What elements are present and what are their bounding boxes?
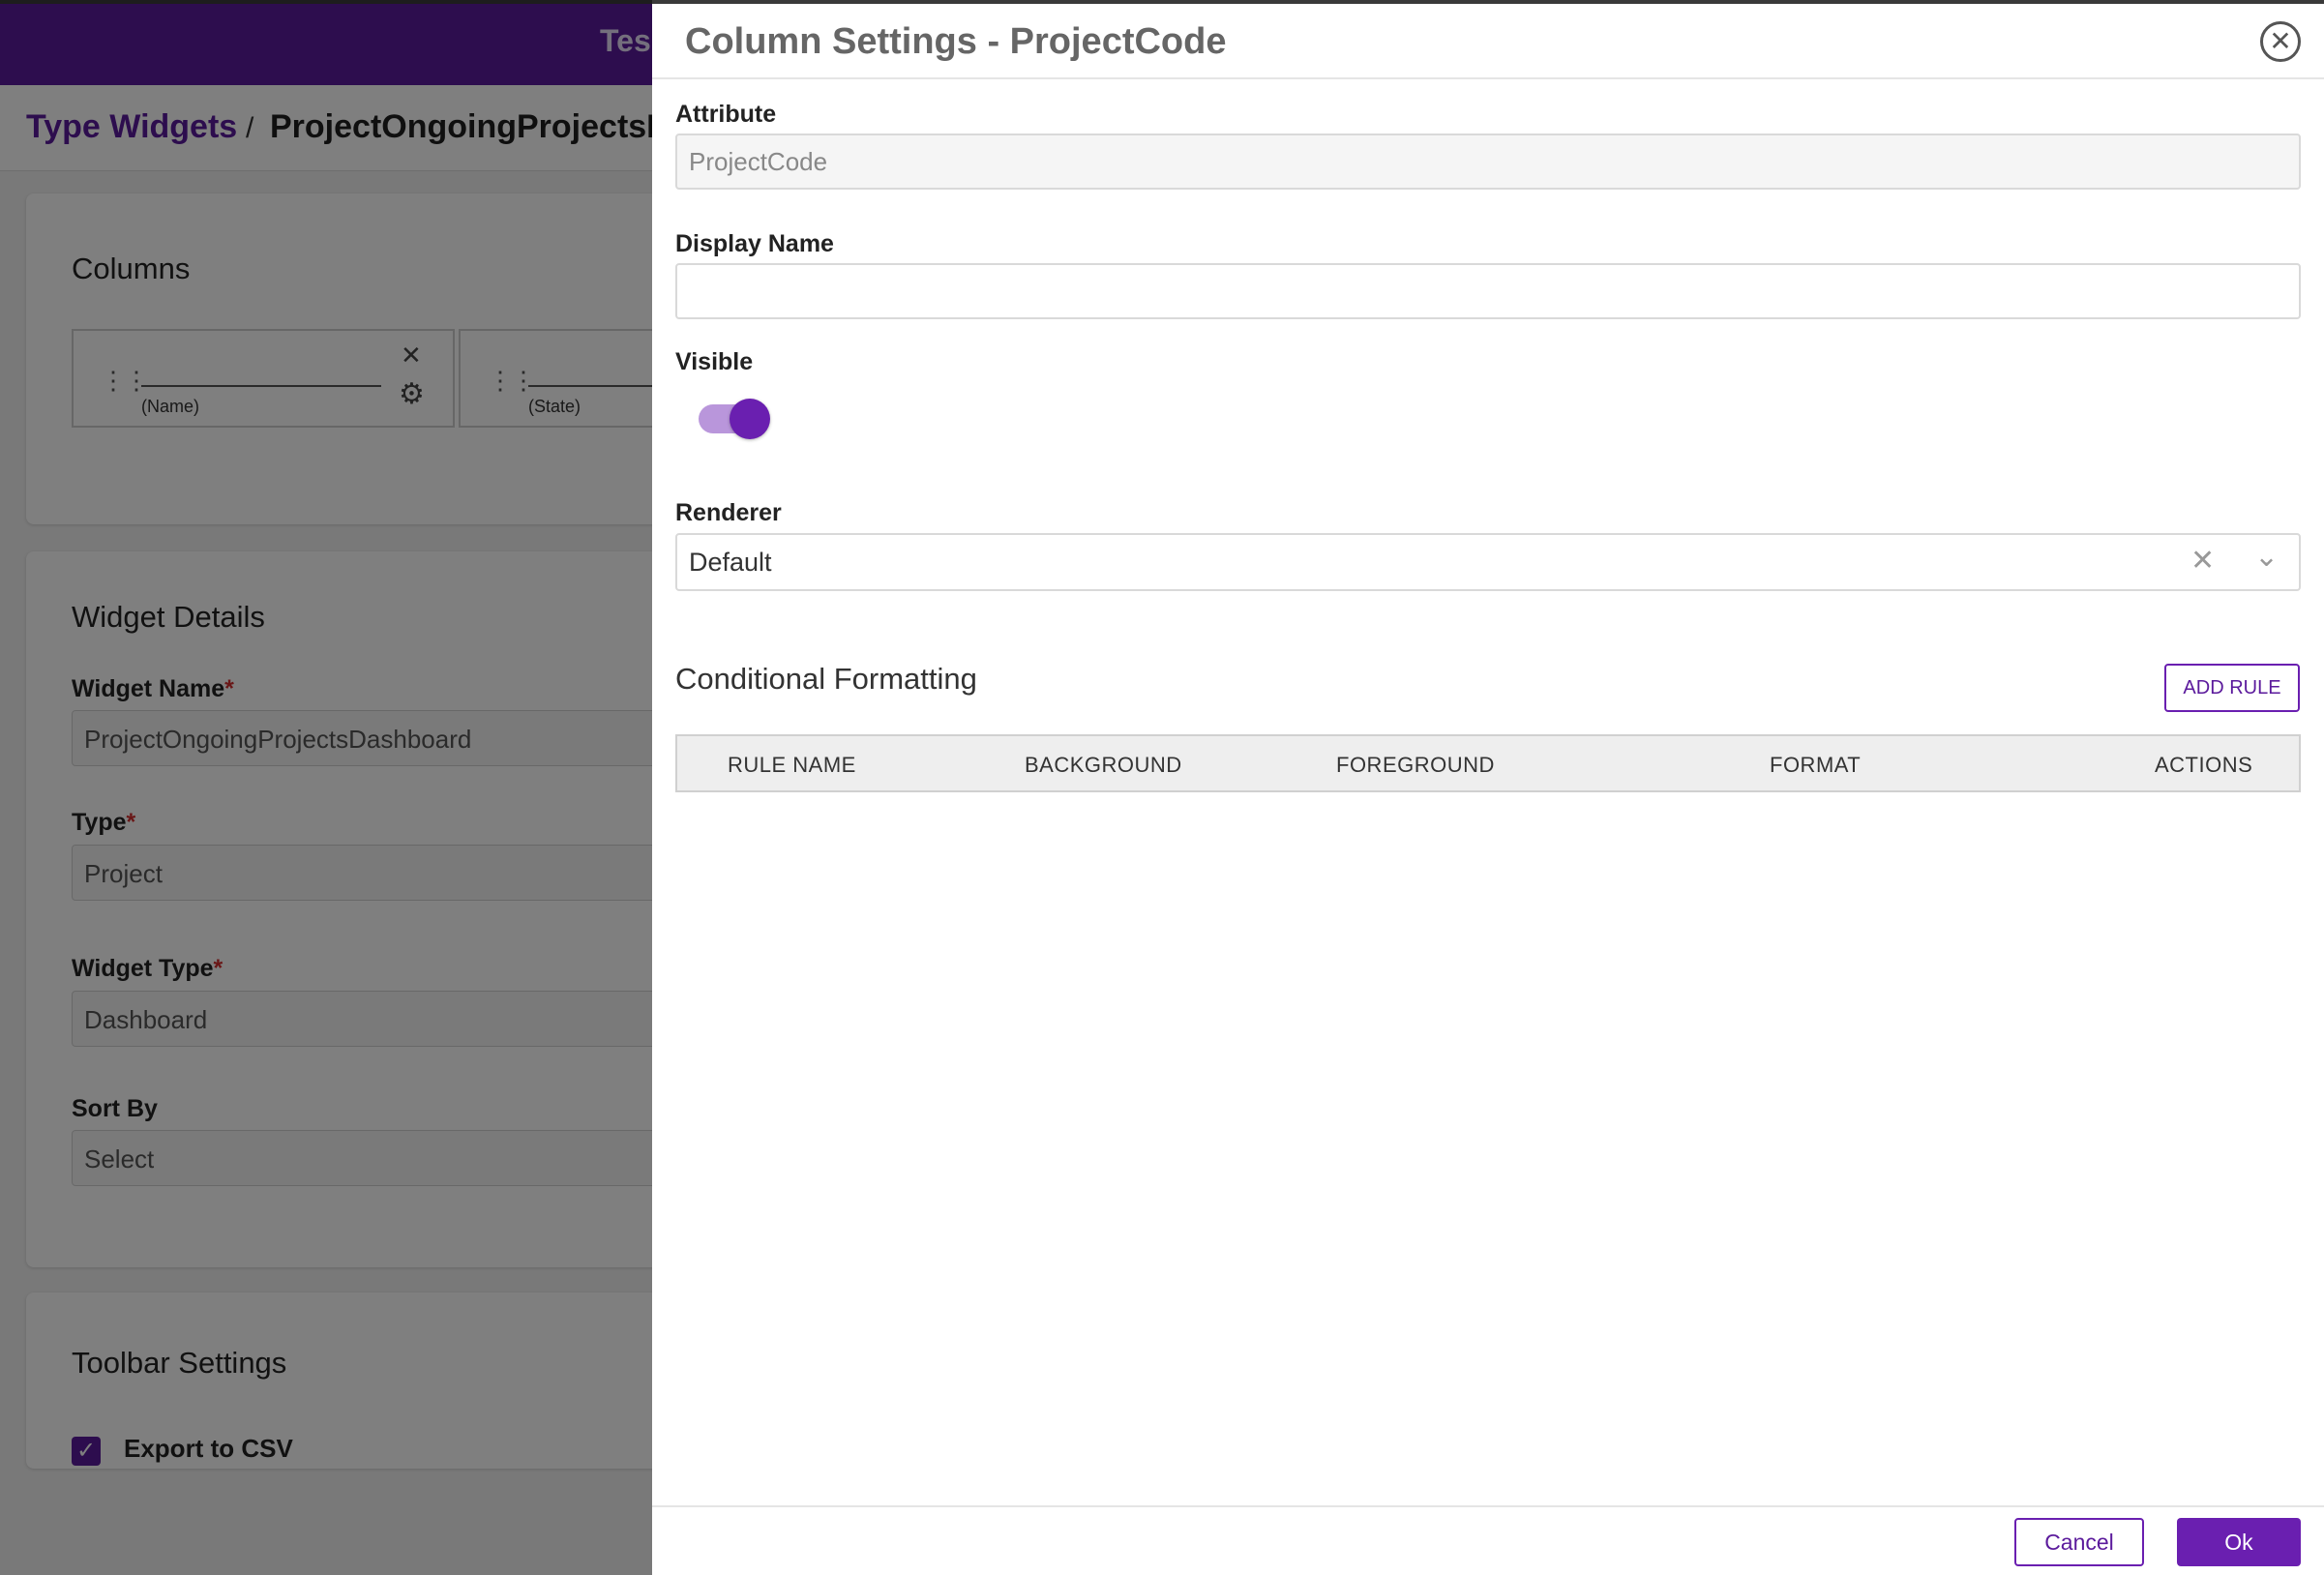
column-header-background[interactable]: BACKGROUND [1025,753,1182,778]
renderer-value: Default [689,548,772,577]
drawer-title: Column Settings - ProjectCode [685,21,1227,62]
drawer-footer-divider [652,1505,2324,1507]
renderer-label: Renderer [675,499,782,526]
chevron-down-icon[interactable]: ⌄ [2254,540,2279,574]
attribute-label: Attribute [675,101,777,128]
display-name-input[interactable] [675,263,2301,319]
conditional-formatting-title: Conditional Formatting [675,662,977,696]
column-header-actions[interactable]: ACTIONS [2155,753,2252,778]
attribute-field: ProjectCode [675,134,2301,190]
column-header-format[interactable]: FORMAT [1770,753,1861,778]
cancel-button[interactable]: Cancel [2014,1518,2144,1566]
x-icon[interactable]: ✕ [2190,544,2215,578]
drawer-header-divider [652,77,2324,79]
column-header-foreground[interactable]: FOREGROUND [1336,753,1495,778]
renderer-select[interactable] [675,533,2301,591]
ok-button[interactable]: Ok [2177,1518,2301,1566]
display-name-label: Display Name [675,230,834,257]
add-rule-button[interactable]: ADD RULE [2164,664,2300,712]
visible-label: Visible [675,348,754,375]
visible-toggle-knob[interactable] [730,399,770,439]
column-header-rule-name[interactable]: RULE NAME [728,753,856,778]
close-icon[interactable]: ✕ [2260,21,2301,62]
